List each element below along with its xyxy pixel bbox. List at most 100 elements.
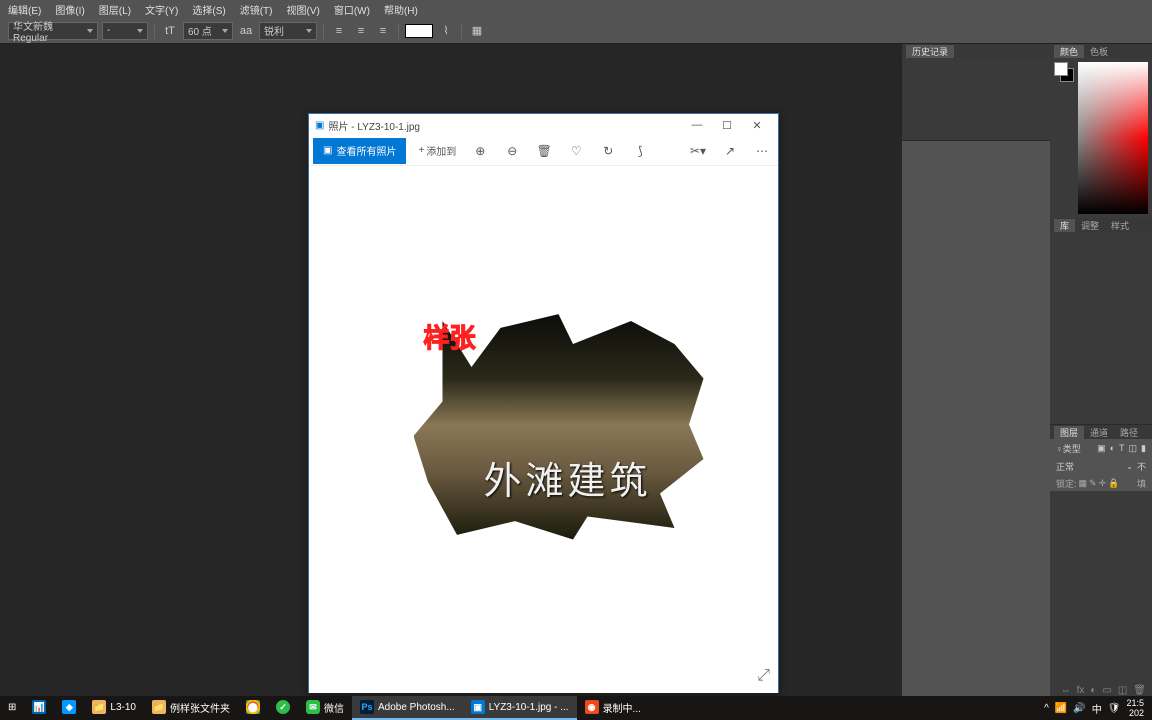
task-folder1[interactable]: 📁L3-10 (84, 696, 144, 720)
blend-mode-select[interactable]: 正常 (1056, 460, 1122, 473)
lock-icon[interactable]: ▦ (1079, 478, 1088, 489)
tray-shield-icon[interactable]: 🛡 (1108, 703, 1121, 714)
filter-icon-3[interactable]: T (1119, 443, 1125, 453)
calligraphy-text: 外滩建筑 (484, 450, 652, 505)
zoom-out-button[interactable]: ⊖ (500, 139, 524, 163)
menu-layer[interactable]: 图层(L) (99, 2, 131, 17)
options-bar: 华文新魏 Regular - tT 60 点 aa 锐利 ≡ ≡ ≡ ⌇ ▦ (0, 18, 1152, 44)
fg-bg-swatch[interactable] (1054, 62, 1074, 82)
separator (398, 23, 399, 39)
menu-window[interactable]: 窗口(W) (334, 2, 370, 17)
more-button[interactable]: ⋯ (750, 139, 774, 163)
anti-alias-select[interactable]: 锐利 (259, 22, 317, 40)
color-panel: 颜色 色板 (1050, 44, 1152, 219)
edit-dropdown-button[interactable]: ✂▾ (686, 139, 710, 163)
chevron-down-icon (137, 29, 143, 33)
menu-filter[interactable]: 滤镜(T) (240, 2, 273, 17)
tray-volume-icon[interactable]: 🔊 (1073, 703, 1085, 714)
add-to-button[interactable]: + 添加到 (414, 139, 460, 163)
character-panel-icon[interactable]: ▦ (468, 22, 486, 40)
tab-adjustments[interactable]: 调整 (1075, 219, 1105, 232)
minimize-button[interactable]: — (682, 116, 712, 134)
hue-cube[interactable] (1078, 62, 1148, 214)
tab-color[interactable]: 颜色 (1054, 45, 1084, 58)
layer-fx-icon[interactable]: fx (1077, 685, 1085, 696)
filter-toggle[interactable]: ▮ (1141, 443, 1146, 454)
font-family-select[interactable]: 华文新魏 Regular (8, 22, 98, 40)
main-menu-bar: 编辑(E) 图像(I) 图层(L) 文字(Y) 选择(S) 滤镜(T) 视图(V… (0, 0, 1152, 18)
delete-layer-icon[interactable]: 🗑 (1133, 685, 1146, 696)
text-color-swatch[interactable] (405, 24, 433, 38)
font-size-value: 60 点 (188, 23, 212, 38)
menu-help[interactable]: 帮助(H) (384, 2, 418, 17)
gallery-icon: ▣ (323, 145, 332, 156)
task-app1[interactable]: ◆ (54, 696, 84, 720)
tray-network-icon[interactable]: 📶 (1055, 703, 1067, 714)
photos-app-window: ▣ 照片 - LYZ3-10-1.jpg — ☐ ✕ ▣ 查看所有照片 + 添加… (308, 113, 779, 693)
tab-styles[interactable]: 样式 (1105, 219, 1135, 232)
layers-blend-row: 正常 ⌄ 不 (1050, 457, 1152, 475)
warp-text-icon[interactable]: ⌇ (437, 22, 455, 40)
fg-color[interactable] (1054, 62, 1068, 76)
crop-button[interactable]: ⟆ (628, 139, 652, 163)
photos-toolbar: ▣ 查看所有照片 + 添加到 ⊕ ⊖ 🗑 ♡ ↻ ⟆ ✂▾ ↗ ⋯ (309, 136, 778, 166)
tray-up-icon[interactable]: ^ (1044, 703, 1049, 714)
zoom-in-button[interactable]: ⊕ (468, 139, 492, 163)
task-app2[interactable]: ✓ (268, 696, 298, 720)
tab-library[interactable]: 库 (1054, 219, 1075, 232)
lock-all-icon[interactable]: 🔒 (1108, 478, 1119, 489)
menu-select[interactable]: 选择(S) (192, 2, 225, 17)
close-button[interactable]: ✕ (742, 116, 772, 134)
task-photoshop[interactable]: PsAdobe Photosh... (352, 696, 463, 720)
task-wechat[interactable]: ✉微信 (298, 696, 352, 720)
share-button[interactable]: ↗ (718, 139, 742, 163)
task-recording[interactable]: ◉录制中... (577, 696, 649, 720)
photos-titlebar[interactable]: ▣ 照片 - LYZ3-10-1.jpg — ☐ ✕ (309, 114, 778, 136)
layers-list[interactable] (1050, 491, 1152, 681)
font-size-input[interactable]: 60 点 (183, 22, 233, 40)
align-left-icon[interactable]: ≡ (330, 22, 348, 40)
delete-button[interactable]: 🗑 (532, 139, 556, 163)
tab-layers[interactable]: 图层 (1054, 426, 1084, 439)
chevron-down-icon (306, 29, 312, 33)
view-all-photos-button[interactable]: ▣ 查看所有照片 (313, 138, 406, 164)
font-style-select[interactable]: - (102, 22, 148, 40)
fullscreen-button[interactable]: ⤢ (757, 667, 770, 685)
library-body[interactable] (1050, 232, 1152, 424)
link-layers-icon[interactable]: ⇔ (1061, 685, 1071, 696)
new-group-icon[interactable]: ▭ (1102, 685, 1111, 696)
menu-type[interactable]: 文字(Y) (145, 2, 178, 17)
taskbar-clock[interactable]: 21:5 202 (1126, 698, 1144, 718)
tray-ime-icon[interactable]: 中 (1092, 701, 1102, 716)
system-tray: ^ 📶 🔊 中 🛡 21:5 202 (1036, 698, 1152, 718)
rotate-button[interactable]: ↻ (596, 139, 620, 163)
lock-move-icon[interactable]: ✛ (1099, 478, 1107, 489)
tab-history[interactable]: 历史记录 (906, 45, 954, 58)
tab-channels[interactable]: 通道 (1084, 426, 1114, 439)
menu-image[interactable]: 图像(I) (55, 2, 84, 17)
task-calc[interactable]: 📊 (24, 696, 54, 720)
filter-icon-1[interactable]: ▣ (1097, 443, 1106, 454)
align-right-icon[interactable]: ≡ (374, 22, 392, 40)
align-center-icon[interactable]: ≡ (352, 22, 370, 40)
filter-icon-4[interactable]: ◫ (1129, 443, 1138, 454)
tab-swatches[interactable]: 色板 (1084, 45, 1114, 58)
new-layer-icon[interactable]: ◫ (1118, 685, 1127, 696)
tab-paths[interactable]: 路径 (1114, 426, 1144, 439)
separator (154, 23, 155, 39)
task-photos[interactable]: ▣LYZ3-10-1.jpg - ... (463, 696, 577, 720)
photo-viewer[interactable]: 样张 外滩建筑 ⤢ (309, 166, 778, 693)
task-label: L3-10 (110, 702, 136, 713)
color-body[interactable] (1050, 58, 1152, 218)
favorite-button[interactable]: ♡ (564, 139, 588, 163)
filter-icon-2[interactable]: ◐ (1110, 443, 1115, 453)
task-folder2[interactable]: 📁例样张文件夹 (144, 696, 238, 720)
task-view-button[interactable]: ⊞ (0, 696, 24, 720)
menu-edit[interactable]: 编辑(E) (8, 2, 41, 17)
maximize-button[interactable]: ☐ (712, 116, 742, 134)
task-chrome[interactable]: ⬤ (238, 696, 268, 720)
layer-mask-icon[interactable]: ◐ (1090, 685, 1096, 696)
menu-view[interactable]: 视图(V) (287, 2, 320, 17)
lock-pos-icon[interactable]: ✎ (1089, 478, 1097, 489)
chevron-down-icon (87, 29, 93, 33)
